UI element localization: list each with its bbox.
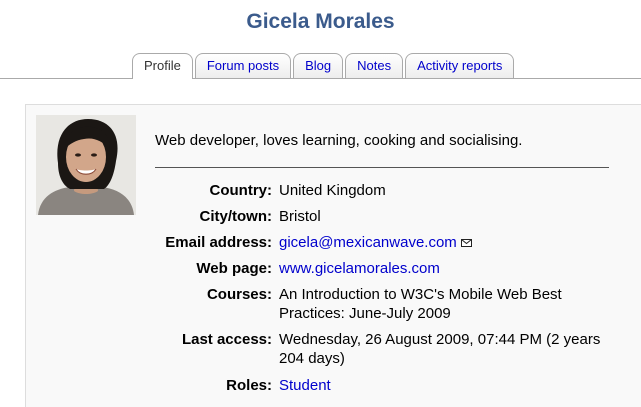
roles-value: Student bbox=[279, 376, 629, 395]
envelope-icon[interactable] bbox=[460, 233, 472, 252]
country-label: Country: bbox=[209, 182, 273, 199]
webpage-link[interactable]: www.gicelamorales.com bbox=[279, 260, 440, 277]
page-title: Gicela Morales bbox=[246, 10, 395, 33]
avatar bbox=[36, 115, 136, 215]
city-value: Bristol bbox=[279, 208, 321, 225]
email-value: gicela@mexicanwave.com bbox=[279, 233, 629, 253]
courses-label: Courses: bbox=[206, 286, 272, 303]
webpage-value: www.gicelamorales.com bbox=[279, 259, 629, 278]
description-divider bbox=[155, 167, 609, 168]
tab-notes[interactable]: Notes bbox=[345, 53, 404, 78]
profile-tabs: Profile Forum posts Blog Notes Activity … bbox=[132, 53, 515, 79]
email-label: Email address: bbox=[165, 234, 272, 251]
tab-profile[interactable]: Profile bbox=[132, 53, 193, 79]
email-link[interactable]: gicela@mexicanwave.com bbox=[279, 234, 457, 251]
tab-blog[interactable]: Blog bbox=[293, 53, 344, 78]
user-profile-page: Gicela Morales Profile Forum posts Blog … bbox=[0, 0, 641, 407]
user-photo bbox=[36, 115, 136, 215]
country-value: United Kingdom bbox=[279, 182, 386, 199]
webpage-label: Web page: bbox=[196, 260, 272, 277]
profile-description: Web developer, loves learning, cooking a… bbox=[155, 132, 523, 149]
last-access-value: Wednesday, 26 August 2009, 07:44 PM (2 y… bbox=[279, 331, 601, 367]
last-access-label: Last access: bbox=[181, 331, 272, 348]
courses-value: An Introduction to W3C's Mobile Web Best… bbox=[279, 286, 562, 322]
city-label: City/town: bbox=[199, 208, 273, 225]
tab-activity-reports[interactable]: Activity reports bbox=[405, 53, 515, 78]
roles-label: Roles: bbox=[226, 377, 272, 394]
role-student-link[interactable]: Student bbox=[279, 377, 331, 394]
tab-forum-posts[interactable]: Forum posts bbox=[194, 53, 292, 78]
